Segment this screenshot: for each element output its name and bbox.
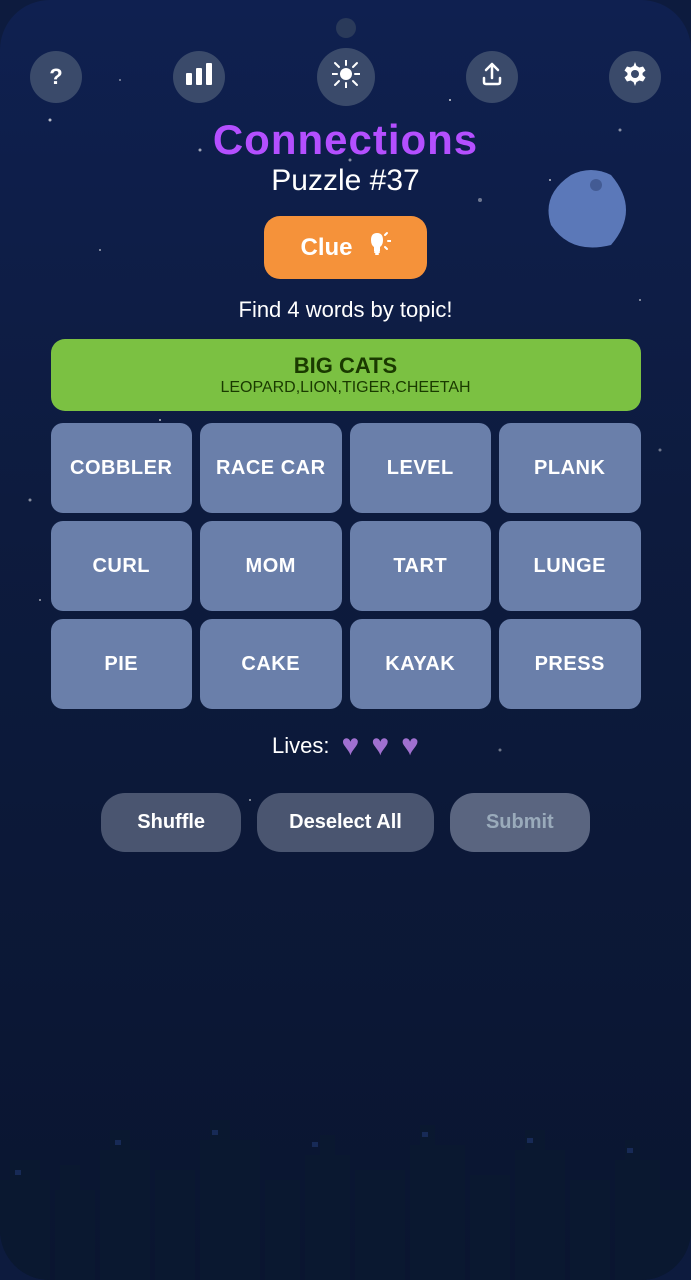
heart-3: ♥ <box>401 729 419 763</box>
gear-icon <box>622 61 648 93</box>
instruction-text: Find 4 words by topic! <box>239 297 453 323</box>
sun-icon <box>332 60 360 95</box>
heart-2: ♥ <box>371 729 389 763</box>
brightness-button[interactable] <box>317 48 375 106</box>
word-tile-pie[interactable]: PIE <box>51 619 193 709</box>
share-icon <box>480 62 504 92</box>
chart-icon <box>186 63 212 91</box>
word-tile-level[interactable]: LEVEL <box>350 423 492 513</box>
shuffle-button[interactable]: Shuffle <box>101 793 241 852</box>
top-bar: ? <box>0 48 691 106</box>
word-tile-cobbler[interactable]: COBBLER <box>51 423 193 513</box>
word-tile-race-car[interactable]: RACE CAR <box>200 423 342 513</box>
word-tile-kayak[interactable]: KAYAK <box>350 619 492 709</box>
word-tile-press[interactable]: PRESS <box>499 619 641 709</box>
word-tile-curl[interactable]: CURL <box>51 521 193 611</box>
heart-1: ♥ <box>342 729 360 763</box>
puzzle-number: Puzzle #37 <box>271 164 419 198</box>
city-skyline <box>0 1080 691 1280</box>
word-tile-tart[interactable]: TART <box>350 521 492 611</box>
solved-category-title: BIG CATS <box>71 353 621 379</box>
deselect-all-button[interactable]: Deselect All <box>257 793 434 852</box>
submit-button[interactable]: Submit <box>450 793 590 852</box>
word-tile-lunge[interactable]: LUNGE <box>499 521 641 611</box>
lives-section: Lives: ♥ ♥ ♥ <box>272 729 419 763</box>
lives-label: Lives: <box>272 733 329 759</box>
camera-notch <box>336 18 356 38</box>
bottom-buttons: Shuffle Deselect All Submit <box>101 793 590 852</box>
moon-decoration <box>541 165 631 255</box>
solved-category-words: LEOPARD,LION,TIGER,CHEETAH <box>71 379 621 397</box>
word-tile-plank[interactable]: PLANK <box>499 423 641 513</box>
clue-button[interactable]: Clue <box>264 216 426 279</box>
word-tile-mom[interactable]: MOM <box>200 521 342 611</box>
question-icon: ? <box>49 64 62 90</box>
stats-button[interactable] <box>173 51 225 103</box>
word-tile-cake[interactable]: CAKE <box>200 619 342 709</box>
settings-button[interactable] <box>609 51 661 103</box>
solved-banner: BIG CATS LEOPARD,LION,TIGER,CHEETAH <box>51 339 641 411</box>
help-button[interactable]: ? <box>30 51 82 103</box>
lightbulb-icon <box>363 230 391 265</box>
word-grid: COBBLER RACE CAR LEVEL PLANK CURL MOM TA… <box>51 423 641 709</box>
app-title: Connections <box>213 116 478 164</box>
share-button[interactable] <box>466 51 518 103</box>
clue-label: Clue <box>300 234 352 262</box>
phone-frame: ? <box>0 0 691 1280</box>
title-section: Connections Puzzle #37 <box>213 116 478 198</box>
